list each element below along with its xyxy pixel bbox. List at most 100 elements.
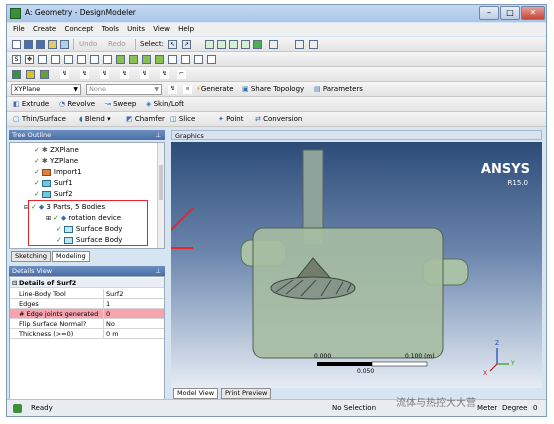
details-row-edges[interactable]: Edges 1 xyxy=(10,299,164,309)
rotate-icon[interactable]: S xyxy=(12,55,21,64)
slice-icon: ◫ xyxy=(170,115,179,123)
menu-file[interactable]: File xyxy=(13,23,25,36)
edge-tool-5-icon[interactable]: ↯ xyxy=(140,70,149,79)
scrollbar-thumb[interactable] xyxy=(159,165,163,200)
select-label: Select: xyxy=(140,40,164,48)
box-zoom-icon[interactable] xyxy=(51,55,60,64)
graphics-toggle-icon[interactable] xyxy=(40,70,49,79)
tree-item-surf1[interactable]: ✓ Surf1 xyxy=(34,178,73,189)
selection-tool-icon[interactable] xyxy=(269,40,278,49)
point-button[interactable]: ✦ Point xyxy=(218,114,243,125)
details-row-line-body-tool[interactable]: Line-Body Tool Surf2 xyxy=(10,289,164,299)
tab-print-preview[interactable]: Print Preview xyxy=(221,388,272,399)
next-view-icon[interactable] xyxy=(103,55,112,64)
details-row-edge-joints[interactable]: # Edge joints generated 0 xyxy=(10,309,164,319)
tree-item-surf2[interactable]: ✓ Surf2 xyxy=(34,189,73,200)
pin-icon[interactable]: ⊥ xyxy=(155,130,161,140)
thin-surface-icon: ▢ xyxy=(13,115,22,123)
new-file-icon[interactable] xyxy=(12,40,21,49)
display-plane-icon[interactable] xyxy=(155,55,164,64)
body-filter-icon[interactable] xyxy=(241,40,250,49)
extend-select-icon[interactable] xyxy=(253,40,262,49)
sweep-button[interactable]: ↝ Sweep xyxy=(105,99,136,110)
undo-button[interactable]: Undo xyxy=(79,39,97,50)
box-select-icon[interactable] xyxy=(295,40,304,49)
display-model-color-icon[interactable] xyxy=(26,70,35,79)
slice-button[interactable]: ◫ Slice xyxy=(170,114,195,125)
tab-modeling[interactable]: Modeling xyxy=(52,251,90,262)
edge-tool-icon[interactable]: ↯ xyxy=(60,70,69,79)
parameters-button[interactable]: ▤ Parameters xyxy=(314,84,363,95)
zoom-fit-icon[interactable] xyxy=(64,55,73,64)
select-filter-icon[interactable]: ↗ xyxy=(182,40,191,49)
corner-tool-icon[interactable]: ⌐ xyxy=(177,70,186,79)
edge-coloring-icon[interactable] xyxy=(12,70,21,79)
tree-item-yzplane[interactable]: ✓ ✱ YZPlane xyxy=(34,156,78,167)
new-plane-icon[interactable]: ↯ xyxy=(168,85,177,94)
share-topology-button[interactable]: ▣ Share Topology xyxy=(242,84,304,95)
tree-item-zxplane[interactable]: ✓ ✱ ZXPlane xyxy=(34,145,79,156)
ruler-icon[interactable] xyxy=(181,55,190,64)
save-as-icon[interactable] xyxy=(36,40,45,49)
toolbar-features: ◧ Extrude ◔ Revolve ↝ Sweep ◈ Skin/Loft xyxy=(7,97,546,112)
tab-model-view[interactable]: Model View xyxy=(173,388,219,399)
tree-item-import1[interactable]: ✓ Import1 xyxy=(34,167,82,178)
chamfer-button[interactable]: ◩ Chamfer xyxy=(126,114,165,125)
box-select-alt-icon[interactable] xyxy=(309,40,318,49)
select-mode-icon[interactable]: ↖ xyxy=(168,40,177,49)
pan-icon[interactable]: ✥ xyxy=(25,55,34,64)
title-bar: A: Geometry - DesignModeler – □ ✕ xyxy=(7,5,546,22)
menu-tools[interactable]: Tools xyxy=(102,23,119,36)
display-model-icon[interactable] xyxy=(142,55,151,64)
model-view-canvas[interactable] xyxy=(171,142,542,388)
maximize-button[interactable]: □ xyxy=(500,6,520,20)
tree-scrollbar[interactable] xyxy=(157,143,164,248)
thin-surface-button[interactable]: ▢ Thin/Surface xyxy=(13,114,66,125)
details-row-flip-normal[interactable]: Flip Surface Normal? No xyxy=(10,319,164,329)
face-filter-icon[interactable] xyxy=(229,40,238,49)
redo-button[interactable]: Redo xyxy=(108,39,126,50)
display-edges-icon[interactable] xyxy=(129,55,138,64)
plane-dropdown[interactable]: XYPlane ▼ xyxy=(11,84,81,95)
edge-tool-6-icon[interactable]: ↯ xyxy=(160,70,169,79)
zoom-icon[interactable] xyxy=(38,55,47,64)
magnifier-icon[interactable] xyxy=(77,55,86,64)
point-label: Point xyxy=(226,115,244,123)
point-filter-icon[interactable] xyxy=(205,40,214,49)
edge-filter-icon[interactable] xyxy=(217,40,226,49)
menu-create[interactable]: Create xyxy=(33,23,56,36)
menu-view[interactable]: View xyxy=(153,23,170,36)
application-window: A: Geometry - DesignModeler – □ ✕ File C… xyxy=(6,4,547,417)
graphics-viewport[interactable]: ANSYS R15.0 0.000 0.100 (m) 0.050 Z Y X xyxy=(171,142,542,388)
revolve-button[interactable]: ◔ Revolve xyxy=(59,99,95,110)
close-button[interactable]: ✕ xyxy=(521,6,545,20)
iso-view-icon[interactable] xyxy=(116,55,125,64)
skin-loft-button[interactable]: ◈ Skin/Loft xyxy=(146,99,184,110)
extrude-button[interactable]: ◧ Extrude xyxy=(13,99,49,110)
generate-button[interactable]: ⚡Generate xyxy=(196,84,234,95)
save-icon[interactable] xyxy=(24,40,33,49)
triad-icon[interactable] xyxy=(194,55,203,64)
sketch-dropdown[interactable]: None ▼ xyxy=(86,84,162,95)
previous-view-icon[interactable] xyxy=(90,55,99,64)
menu-help[interactable]: Help xyxy=(178,23,194,36)
pin-icon[interactable]: ⊥ xyxy=(155,266,161,276)
look-at-icon[interactable] xyxy=(168,55,177,64)
new-sketch-icon[interactable]: ▪ xyxy=(183,85,192,94)
details-row-thickness[interactable]: Thickness (>=0) 0 m xyxy=(10,329,164,339)
edge-tool-2-icon[interactable]: ↯ xyxy=(80,70,89,79)
minimize-button[interactable]: – xyxy=(479,6,499,20)
triad-z-label: Z xyxy=(495,340,500,347)
check-icon: ✓ xyxy=(34,157,40,165)
edge-tool-4-icon[interactable]: ↯ xyxy=(120,70,129,79)
details-section-header[interactable]: ⊟ Details of Surf2 xyxy=(10,278,164,288)
tab-sketching[interactable]: Sketching xyxy=(11,251,51,262)
blend-button[interactable]: ◖ Blend ▾ xyxy=(79,114,111,125)
edge-tool-3-icon[interactable]: ↯ xyxy=(100,70,109,79)
display-points-icon[interactable] xyxy=(207,55,216,64)
menu-concept[interactable]: Concept xyxy=(64,23,93,36)
export-icon[interactable] xyxy=(48,40,57,49)
menu-units[interactable]: Units xyxy=(127,23,145,36)
conversion-button[interactable]: ⇄ Conversion xyxy=(255,114,302,125)
screenshot-icon[interactable] xyxy=(60,40,69,49)
